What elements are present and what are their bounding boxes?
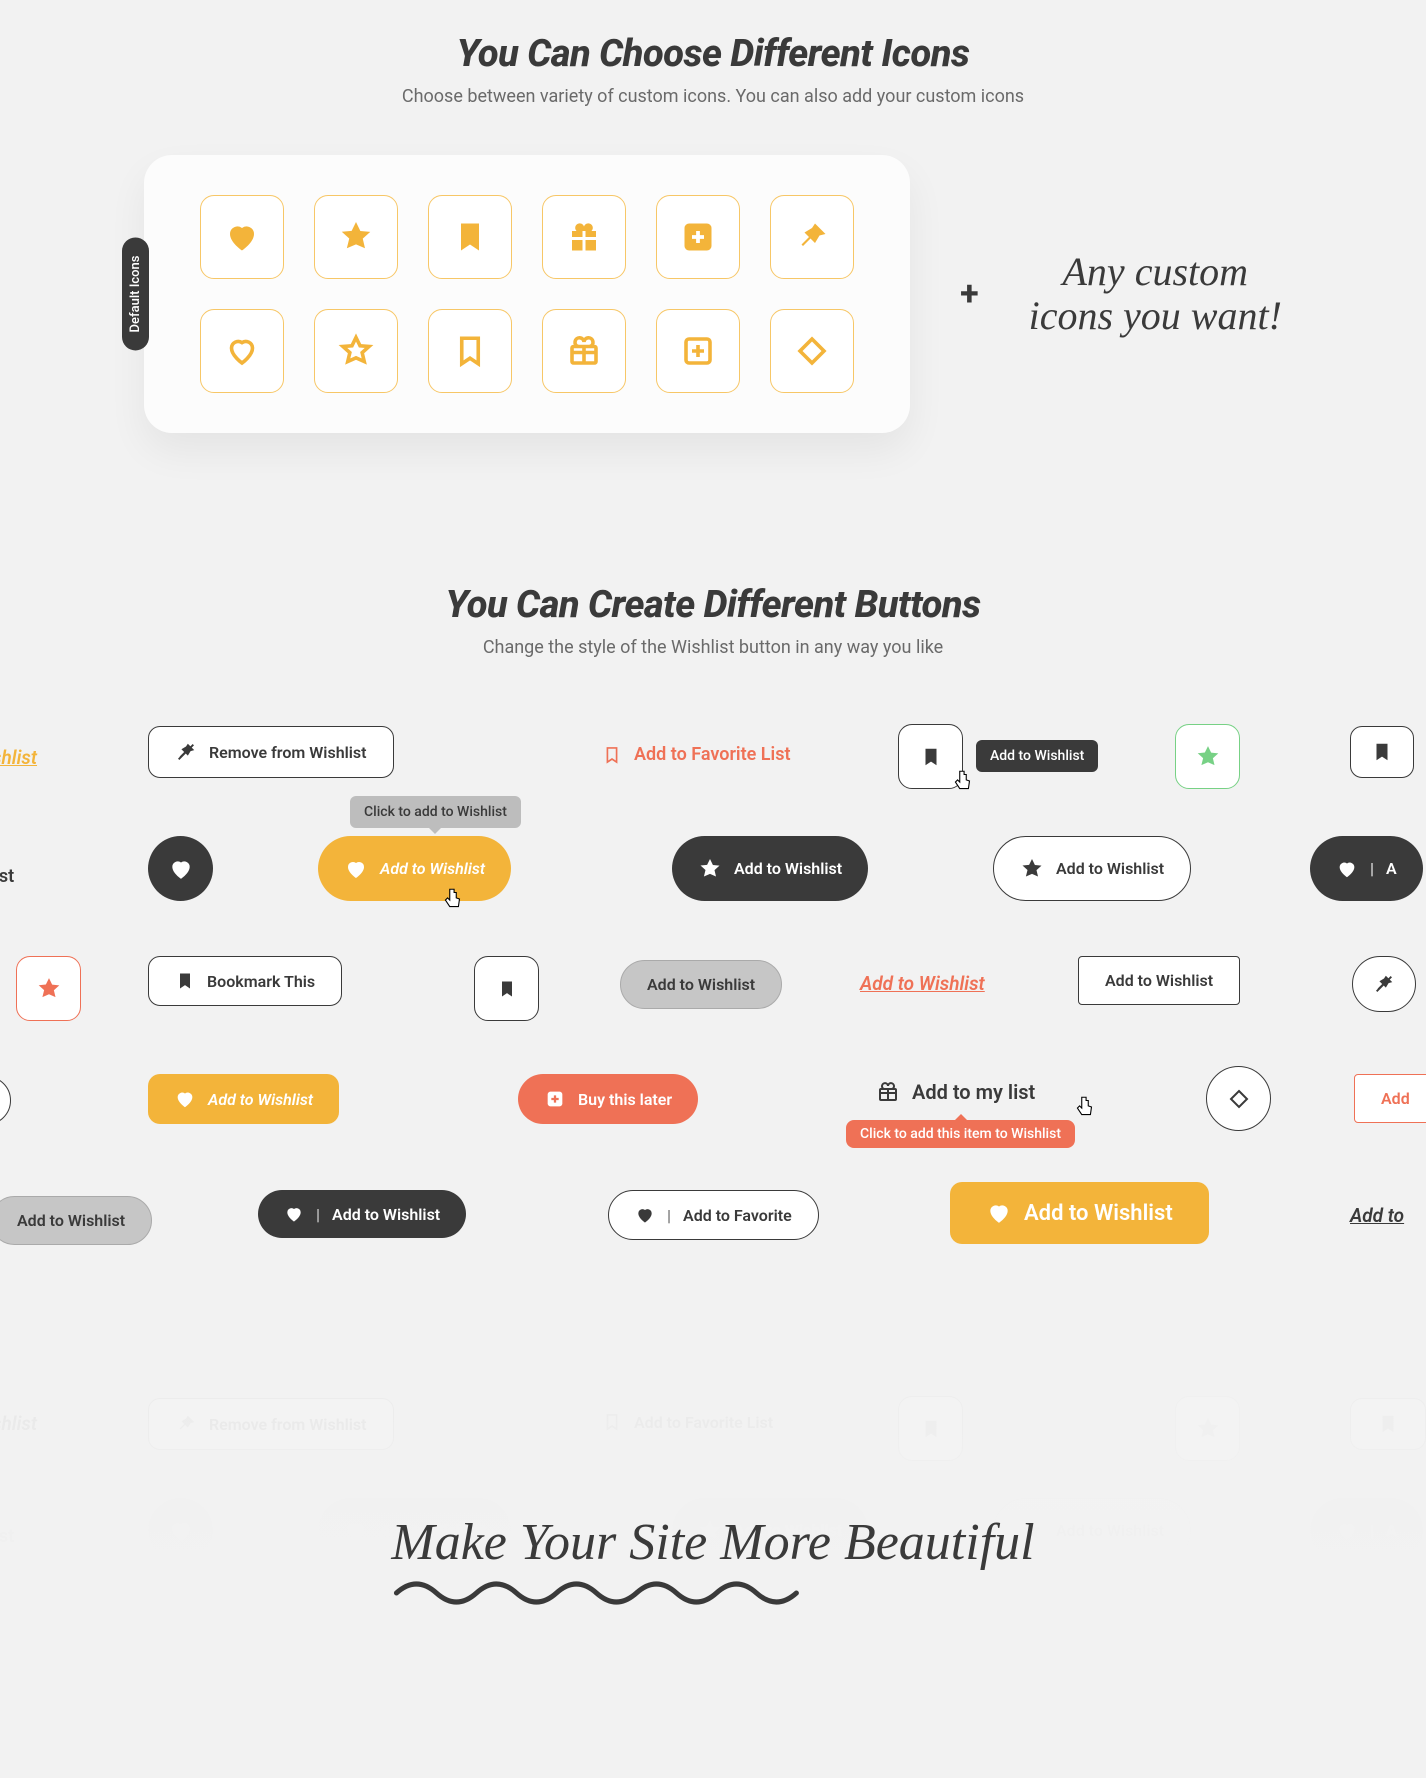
bookmark-icon: [497, 979, 517, 999]
heart-icon: [1336, 858, 1358, 880]
faded-remove-button: Remove from Wishlist: [148, 1398, 394, 1450]
add-to-favorite-list-link[interactable]: Add to Favorite List: [602, 744, 791, 765]
star-icon: [1195, 1416, 1221, 1442]
add-to-wishlist-dark-button[interactable]: Add to Wishlist: [672, 836, 868, 901]
add-to-my-list-link[interactable]: Add to my list: [876, 1080, 1035, 1104]
faded-fav-list-link: Add to Favorite List: [602, 1412, 773, 1432]
heart-icon: [168, 1518, 194, 1544]
add-to-my-list-text[interactable]: to my list: [0, 866, 14, 887]
add-to-wishlist-grey-pill-button[interactable]: Add to Wishlist: [0, 1196, 152, 1245]
star-icon: [1195, 744, 1221, 770]
faded-heart-circle: [148, 1498, 213, 1563]
default-icons-label: Default Icons: [122, 238, 149, 351]
star-outline-icon[interactable]: [314, 309, 398, 393]
icons-title: You Can Choose Different Icons: [0, 32, 1426, 76]
heart-sep-a-button[interactable]: | A: [1310, 836, 1423, 901]
tooltip-click-to-add: Click to add to Wishlist: [350, 796, 521, 828]
heart-outline-icon[interactable]: [200, 309, 284, 393]
add-to-cut-link[interactable]: Add to: [1350, 1204, 1404, 1227]
faded-to-wishlist-link: to Wishlist: [0, 1412, 37, 1435]
bookmark-square-button[interactable]: [474, 956, 539, 1021]
wishlist-cut-button[interactable]: Wishlist: [0, 1076, 11, 1125]
add-to-wishlist-big-orange-button[interactable]: Add to Wishlist: [950, 1182, 1209, 1244]
tooltip-add-to-wishlist: Add to Wishlist: [976, 740, 1098, 772]
cursor-icon: [440, 886, 466, 912]
bookmark-outline-icon: [602, 745, 622, 765]
bookmark-icon[interactable]: [428, 195, 512, 279]
plus-square-icon: [544, 1088, 566, 1110]
section-icons-header: You Can Choose Different Icons Choose be…: [0, 32, 1426, 107]
heart-icon: [174, 1088, 196, 1110]
bookmark-icon: [1371, 741, 1393, 763]
heart-icon: [284, 1204, 304, 1224]
pin-off-icon: [175, 741, 197, 763]
heart-icon: [635, 1205, 655, 1225]
pin-outline-icon: [1227, 1087, 1251, 1111]
heart-icon[interactable]: [200, 195, 284, 279]
pin-off-icon: [175, 1413, 197, 1435]
buttons-subtitle: Change the style of the Wishlist button …: [0, 637, 1426, 658]
bookmark-icon: [1377, 1413, 1399, 1435]
star-icon: [1020, 857, 1044, 881]
custom-icons-note: Any custom icons you want!: [1029, 250, 1282, 338]
faded-to-my-list: to my list: [0, 1526, 14, 1547]
bookmark-icon: [920, 1418, 942, 1440]
tooltip-click-this-item: Click to add this item to Wishlist: [846, 1120, 1075, 1148]
add-to-wishlist-coral-link[interactable]: Add to Wishlist: [860, 972, 985, 995]
bookmark-cut-button[interactable]: [1350, 726, 1414, 778]
heart-icon: [168, 856, 194, 882]
gift-outline-icon[interactable]: [542, 309, 626, 393]
remove-from-wishlist-button[interactable]: Remove from Wishlist: [148, 726, 394, 778]
pin-off-icon: [1373, 973, 1395, 995]
heart-icon: [1336, 1520, 1358, 1542]
bookmark-this-button[interactable]: Bookmark This: [148, 956, 342, 1006]
add-to-wishlist-orange-button[interactable]: Add to Wishlist: [318, 836, 511, 901]
star-icon[interactable]: [314, 195, 398, 279]
add-to-wishlist-white-button[interactable]: Add to Wishlist: [993, 836, 1191, 901]
plus-symbol: +: [960, 274, 979, 314]
cursor-icon: [1072, 1094, 1098, 1120]
plus-square-outline-icon[interactable]: [656, 309, 740, 393]
buttons-showcase: to Wishlist Remove from Wishlist Add to …: [0, 718, 1426, 1278]
pin-outline-icon[interactable]: [770, 309, 854, 393]
add-to-wishlist-rect-button[interactable]: Add to Wishlist: [1078, 956, 1240, 1005]
add-to-wishlist-link[interactable]: to Wishlist: [0, 746, 37, 769]
bookmark-icon: [920, 746, 942, 768]
bookmark-outline-icon: [602, 1412, 622, 1432]
section-buttons-header: You Can Create Different Buttons Change …: [0, 583, 1426, 658]
pin-icon[interactable]: [770, 195, 854, 279]
star-coral-button[interactable]: [16, 956, 81, 1021]
faded-heart-sep-a: | A: [1310, 1498, 1423, 1563]
add-to-wishlist-grey-button[interactable]: Add to Wishlist: [620, 960, 782, 1009]
buy-this-later-button[interactable]: Buy this later: [518, 1074, 698, 1124]
pin-circle-button[interactable]: [1206, 1066, 1271, 1131]
heart-icon: [986, 1200, 1012, 1226]
add-to-wishlist-orange-rect-button[interactable]: Add to Wishlist: [148, 1074, 339, 1124]
plus-square-icon[interactable]: [656, 195, 740, 279]
faded-star-sq: [1175, 1396, 1240, 1461]
gift-icon[interactable]: [542, 195, 626, 279]
icons-subtitle: Choose between variety of custom icons. …: [0, 86, 1426, 107]
heart-circle-button[interactable]: [148, 836, 213, 901]
bookmark-icon: [175, 971, 195, 991]
heart-icon: [344, 1519, 368, 1543]
buttons-title: You Can Create Different Buttons: [0, 583, 1426, 627]
star-icon: [36, 976, 62, 1002]
add-coral-button[interactable]: Add: [1354, 1074, 1426, 1123]
bookmark-outline-icon[interactable]: [428, 309, 512, 393]
heart-sep-favorite-white-button[interactable]: | Add to Favorite: [608, 1190, 819, 1240]
star-icon: [698, 857, 722, 881]
heart-sep-wishlist-dark-button[interactable]: | Add to Wishlist: [258, 1190, 466, 1238]
heart-icon: [344, 857, 368, 881]
pin-off-cut-button[interactable]: [1352, 956, 1416, 1012]
faded-bookmark-cut: [1350, 1398, 1426, 1450]
faded-bookmark-sq: [898, 1396, 963, 1461]
gift-outline-icon: [876, 1080, 900, 1104]
star-green-button[interactable]: [1175, 724, 1240, 789]
cursor-icon: [950, 768, 976, 794]
underline-squiggle-icon: [391, 1578, 851, 1608]
default-icons-card: Default Icons: [144, 155, 910, 433]
